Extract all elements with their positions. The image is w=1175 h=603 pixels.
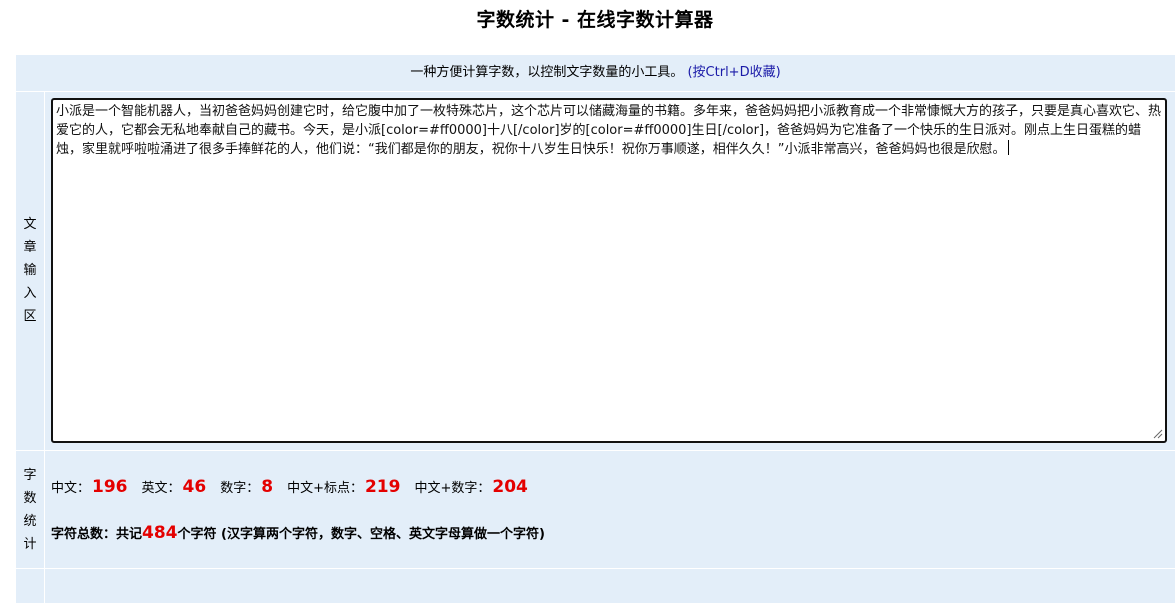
article-text[interactable]: 小派是一个智能机器人，当初爸爸妈妈创建它时，给它腹中加了一枚特殊芯片，这个芯片可… bbox=[56, 104, 1161, 157]
stats-area-label-char: 字 bbox=[23, 468, 37, 483]
stats-summary: 中文： 196 英文： 46 数字： 8 中文+标点： 219 中文+数字： 204 bbox=[51, 476, 542, 500]
stat-item: 中文+数字： 204 bbox=[414, 476, 527, 500]
stat-item: 中文+标点： 219 bbox=[287, 476, 400, 500]
input-area-label-char: 文 bbox=[23, 217, 37, 232]
tool-panel: 一种方便计算字数，以控制文字数量的小工具。 (按Ctrl+D收藏) 文章输入区 … bbox=[16, 55, 1175, 603]
column-divider bbox=[44, 91, 45, 603]
stat-value: 8 bbox=[261, 477, 274, 497]
total-suffix: 个字符 (汉字算两个字符，数字、空格、英文字母算做一个字符) bbox=[177, 527, 545, 542]
stat-value: 204 bbox=[492, 477, 528, 497]
input-area-label: 文章输入区 bbox=[16, 213, 44, 328]
stat-value: 196 bbox=[92, 477, 128, 497]
stats-area-label-char: 计 bbox=[23, 537, 37, 552]
input-area-label-char: 区 bbox=[23, 309, 37, 324]
stat-label: 英文： bbox=[141, 481, 181, 496]
total-prefix: 字符总数：共记 bbox=[51, 527, 143, 542]
stat-label: 中文+数字： bbox=[414, 481, 491, 496]
text-caret bbox=[1008, 140, 1010, 155]
row-divider bbox=[16, 91, 1175, 92]
row-divider bbox=[16, 568, 1175, 569]
stats-area-label-char: 数 bbox=[23, 491, 37, 506]
article-input-textarea[interactable]: 小派是一个智能机器人，当初爸爸妈妈创建它时，给它腹中加了一枚特殊芯片，这个芯片可… bbox=[51, 98, 1167, 443]
total-characters: 字符总数：共记484个字符 (汉字算两个字符，数字、空格、英文字母算做一个字符) bbox=[51, 522, 545, 546]
stats-area-label: 字数统计 bbox=[16, 464, 44, 556]
input-area-label-char: 输 bbox=[23, 263, 37, 278]
stat-item: 英文： 46 bbox=[142, 476, 207, 500]
stats-area-label-char: 统 bbox=[23, 514, 37, 529]
stat-label: 数字： bbox=[220, 481, 260, 496]
page-title: 字数统计 - 在线字数计算器 bbox=[476, 9, 714, 31]
total-value: 484 bbox=[142, 523, 178, 543]
resize-handle-icon[interactable] bbox=[1151, 427, 1163, 439]
stat-item: 数字： 8 bbox=[220, 476, 273, 500]
stat-item: 中文： 196 bbox=[51, 476, 128, 500]
input-area-label-char: 入 bbox=[23, 286, 37, 301]
stat-value: 46 bbox=[182, 477, 207, 497]
bookmark-hint: (按Ctrl+D收藏) bbox=[687, 65, 781, 80]
stat-label: 中文： bbox=[51, 481, 91, 496]
stat-label: 中文+标点： bbox=[287, 481, 363, 496]
input-area-label-char: 章 bbox=[23, 240, 37, 255]
subtitle-text: 一种方便计算字数，以控制文字数量的小工具。 bbox=[410, 65, 684, 80]
stat-value: 219 bbox=[364, 477, 401, 497]
subtitle-row: 一种方便计算字数，以控制文字数量的小工具。 (按Ctrl+D收藏) bbox=[16, 55, 1175, 91]
row-divider bbox=[16, 450, 1175, 451]
